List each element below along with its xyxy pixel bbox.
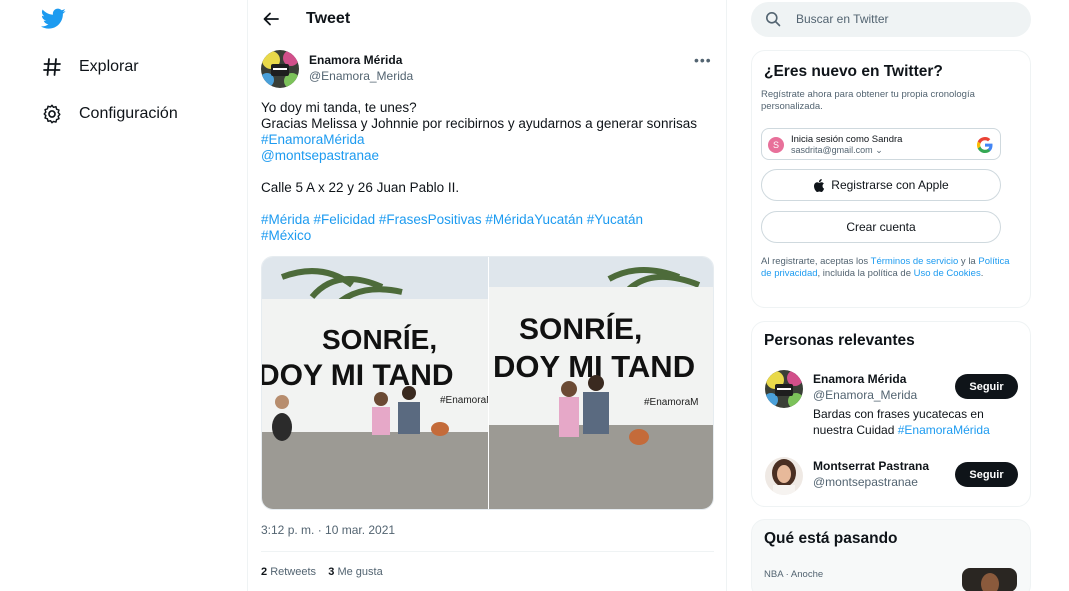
google-email: sasdrita@gmail.com <box>791 145 873 155</box>
hashtag-link[interactable]: #Felicidad <box>314 212 376 227</box>
google-logo-icon <box>977 137 993 158</box>
legal-end: . <box>980 268 984 279</box>
trending-title: Qué está pasando <box>764 530 898 547</box>
apple-signup-button[interactable]: Registrarse con Apple <box>761 169 1001 201</box>
terms-link[interactable]: Términos de servicio <box>871 256 959 267</box>
tweet-header: Tweet <box>248 0 726 38</box>
hashtag-icon <box>40 55 64 79</box>
create-account-label: Crear cuenta <box>846 220 916 234</box>
follow-button[interactable]: Seguir <box>955 462 1018 487</box>
tweet-photo-2[interactable]: SONRÍE, DOY MI TAND #EnamoraM <box>489 257 713 509</box>
nav-label: Explorar <box>79 58 139 75</box>
likes-label: Me gusta <box>337 566 383 578</box>
signup-subtitle: Regístrate ahora para obtener tu propia … <box>761 89 975 112</box>
tweet-media: SONRÍE, DOY MI TAND #EnamoraM SONRÍE, DO… <box>261 256 714 510</box>
mural-text: DOY MI TAND <box>262 359 454 392</box>
person-name[interactable]: Enamora Mérida <box>813 372 906 386</box>
person-handle[interactable]: @montsepastranae <box>813 475 918 489</box>
likes-count: 3 <box>328 566 335 578</box>
author-avatar[interactable] <box>261 50 299 88</box>
person-name[interactable]: Montserrat Pastrana <box>813 459 929 473</box>
chevron-down-icon: ⌄ <box>875 145 883 155</box>
legal-mid: , incluida la política de <box>817 268 914 279</box>
apple-icon <box>814 178 825 192</box>
likes-stat[interactable]: 3 Me gusta <box>328 566 382 578</box>
left-nav: Explorar Configuración <box>0 0 247 591</box>
google-account-name: Inicia sesión como Sandra <box>791 134 903 145</box>
tweet-text: Yo doy mi tanda, te unes? Gracias Meliss… <box>261 100 721 244</box>
back-arrow-icon[interactable] <box>260 8 282 30</box>
relevant-people-card: Personas relevantes Enamora Mérida @Enam… <box>751 321 1031 507</box>
tweet-column: Tweet Enamora Mérida @Enamora_Merida •••… <box>247 0 727 591</box>
person-avatar[interactable] <box>765 370 803 408</box>
person-handle[interactable]: @Enamora_Merida <box>813 388 917 402</box>
person-avatar[interactable] <box>765 457 803 495</box>
follow-button[interactable]: Seguir <box>955 374 1018 399</box>
google-account-email: sasdrita@gmail.com ⌄ <box>791 145 883 156</box>
gear-icon <box>40 102 64 126</box>
trend-thumbnail[interactable] <box>962 568 1017 591</box>
trend-meta: NBA · Anoche <box>764 569 824 580</box>
relevant-title: Personas relevantes <box>764 332 915 349</box>
author-name[interactable]: Enamora Mérida <box>309 53 402 67</box>
mural-text: SONRÍE, <box>519 312 642 346</box>
tweet-photo-1[interactable]: SONRÍE, DOY MI TAND #EnamoraM <box>262 257 494 509</box>
address-line: Calle 5 A x 22 y 26 Juan Pablo II. <box>261 180 460 195</box>
trending-card: Qué está pasando NBA · Anoche <box>751 519 1031 591</box>
search-icon <box>765 11 783 29</box>
divider <box>261 551 714 552</box>
cookies-link[interactable]: Uso de Cookies <box>914 268 981 279</box>
legal-text: Al registrarte, aceptas los Términos de … <box>761 256 1016 280</box>
tweet-timestamp[interactable]: 3:12 p. m. · 10 mar. 2021 <box>261 523 395 537</box>
signup-card: ¿Eres nuevo en Twitter? Regístrate ahora… <box>751 50 1031 308</box>
retweets-label: Retweets <box>270 566 317 578</box>
page-title: Tweet <box>306 10 351 27</box>
mention-link[interactable]: @montsepastranae <box>261 148 721 164</box>
more-options-icon[interactable]: ••• <box>694 52 718 68</box>
signup-title: ¿Eres nuevo en Twitter? <box>764 63 943 80</box>
tweet-line: Yo doy mi tanda, te unes? <box>261 100 417 115</box>
hashtag-link[interactable]: #FrasesPositivas <box>379 212 482 227</box>
hashtag-link[interactable]: #EnamoraMérida <box>261 132 721 148</box>
hashtag-link[interactable]: #EnamoraMérida <box>898 423 990 437</box>
hashtag-link[interactable]: #MéridaYucatán <box>485 212 583 227</box>
author-handle[interactable]: @Enamora_Merida <box>309 69 413 83</box>
search-input[interactable]: Buscar en Twitter <box>796 12 888 26</box>
mural-tag: #EnamoraM <box>644 397 698 408</box>
retweets-count: 2 <box>261 566 268 578</box>
nav-label: Configuración <box>79 105 178 122</box>
twitter-bird-icon[interactable] <box>40 8 66 33</box>
create-account-button[interactable]: Crear cuenta <box>761 211 1001 243</box>
hashtag-link[interactable]: #Yucatán <box>587 212 643 227</box>
nav-item-configuracion[interactable]: Configuración <box>40 100 178 128</box>
person-bio: Bardas con frases yucatecas en nuestra C… <box>813 406 1013 438</box>
nav-item-explorar[interactable]: Explorar <box>40 53 139 81</box>
hashtag-link[interactable]: #Mérida <box>261 212 310 227</box>
mural-text: SONRÍE, <box>322 324 437 355</box>
mural-tag: #EnamoraM <box>440 395 488 406</box>
legal-mid: y la <box>958 256 979 267</box>
google-account-avatar: S <box>768 137 784 153</box>
search-box[interactable]: Buscar en Twitter <box>751 2 1031 37</box>
tweet-stats: 2 Retweets 3 Me gusta <box>261 566 383 578</box>
tweet-line: Gracias Melissa y Johnnie por recibirnos… <box>261 116 697 131</box>
hashtags-line: #Mérida #Felicidad #FrasesPositivas #Mér… <box>261 212 721 228</box>
hashtag-link[interactable]: #México <box>261 228 721 244</box>
retweets-stat[interactable]: 2 Retweets <box>261 566 316 578</box>
google-signin-button[interactable]: S Inicia sesión como Sandra sasdrita@gma… <box>761 128 1001 160</box>
apple-signup-label: Registrarse con Apple <box>831 178 949 192</box>
legal-prefix: Al registrarte, aceptas los <box>761 256 871 267</box>
